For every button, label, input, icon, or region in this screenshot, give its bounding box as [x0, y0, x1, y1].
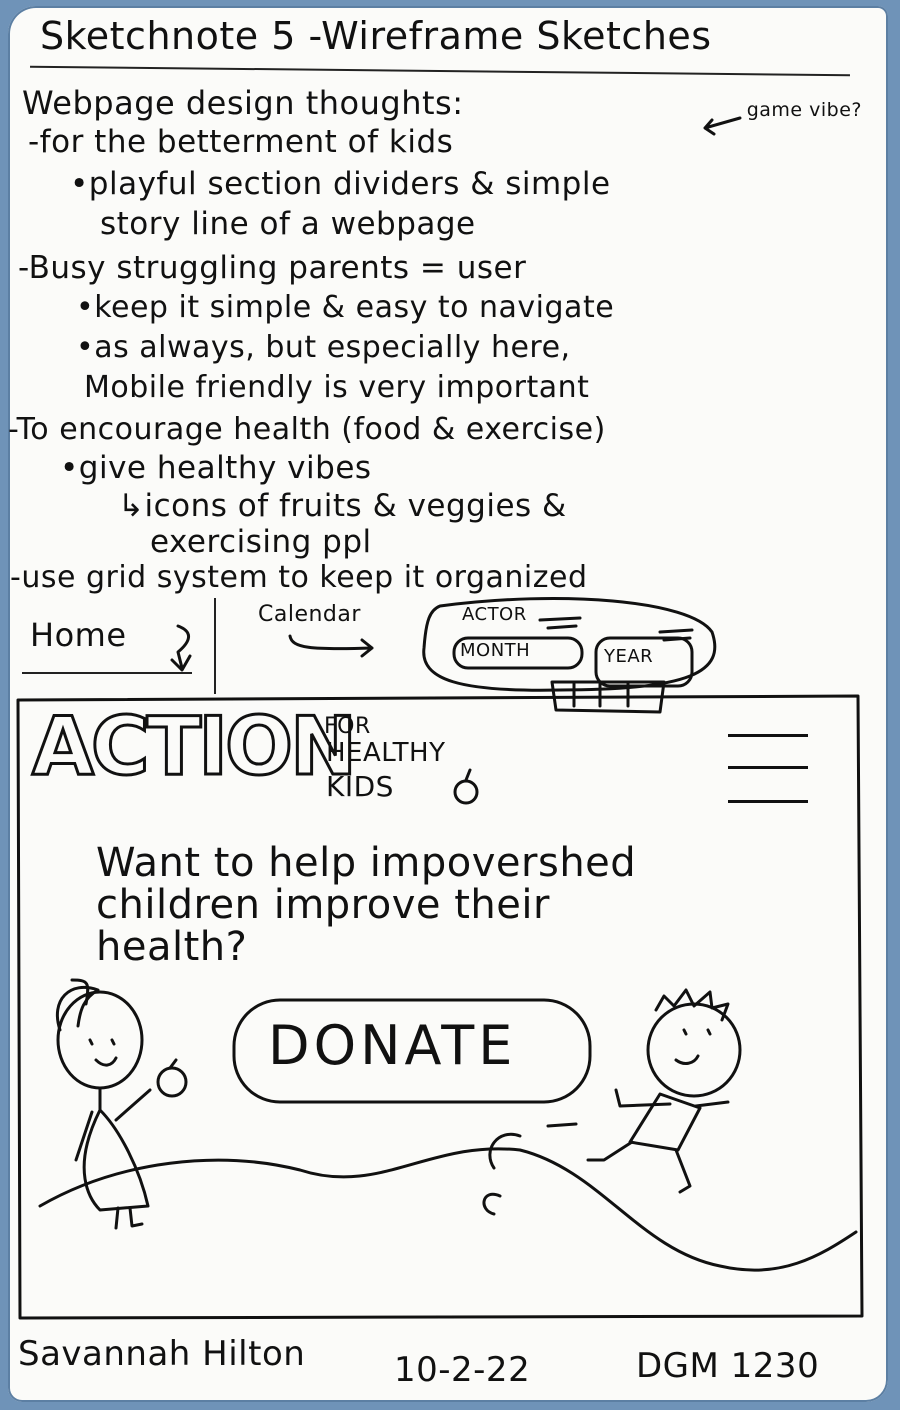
wireframe-frame — [16, 694, 864, 1320]
calendar-month-pill — [452, 636, 584, 670]
calendar-widget — [422, 597, 717, 692]
sketch-drawings — [16, 116, 864, 1320]
apple-icon-girl — [156, 1058, 188, 1098]
landscape-hill — [38, 1147, 858, 1272]
arrow-icon — [703, 116, 742, 136]
donate-button-outline — [232, 998, 592, 1104]
home-arrow-icon — [170, 624, 192, 672]
calendar-arrow-icon — [288, 634, 374, 658]
apple-icon — [453, 779, 479, 805]
